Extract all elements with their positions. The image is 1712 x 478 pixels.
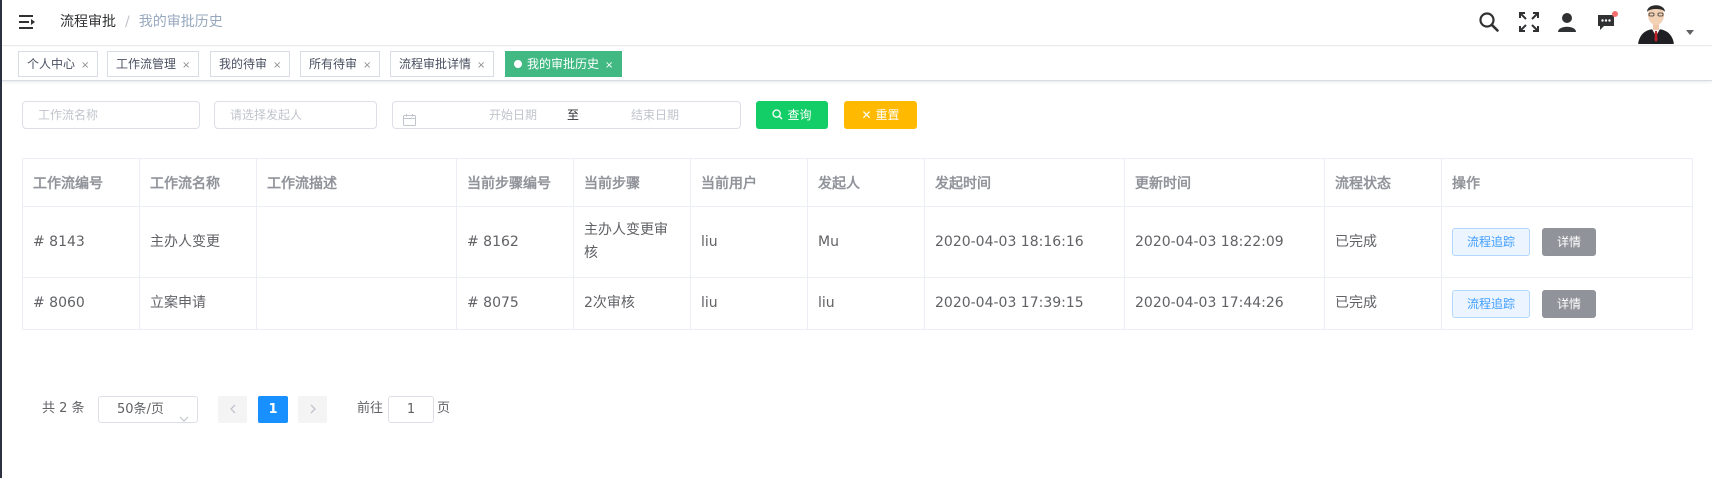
cell-workflow-desc (256, 277, 457, 330)
column-header: 流程状态 (1324, 158, 1442, 207)
close-icon[interactable]: × (477, 60, 485, 71)
approval-history-table: 工作流编号 工作流名称 工作流描述 当前步骤编号 当前步骤 当前用户 发起人 发… (22, 158, 1693, 330)
column-header: 工作流编号 (22, 158, 140, 207)
column-header: 操作 (1441, 158, 1693, 207)
notification-dot (1612, 11, 1618, 17)
cell-status: 已完成 (1324, 206, 1442, 278)
top-navbar: 流程审批 / 我的审批历史 (2, 0, 1712, 46)
range-separator: 至 (566, 108, 579, 122)
goto-prefix: 前往 (357, 401, 384, 416)
breadcrumb-separator: / (125, 14, 130, 30)
cell-workflow-name: 主办人变更 (139, 206, 257, 278)
initiator-select[interactable]: 请选择发起人 (214, 101, 377, 129)
cell-workflow-name: 立案申请 (139, 277, 257, 330)
chevron-right-icon (309, 402, 317, 417)
goto-suffix: 页 (437, 401, 451, 416)
cell-actions: 流程追踪 详情 (1441, 206, 1693, 278)
avatar[interactable] (1634, 0, 1678, 44)
tags-view: 个人中心 × 工作流管理 × 我的待审 × 所有待审 × 流程审批详情 × 我的审批历史 × (2, 47, 1712, 81)
cell-step-id: # 8075 (456, 277, 574, 330)
tag-label: 流程审批详情 (399, 57, 472, 71)
search-icon[interactable] (1478, 11, 1500, 33)
next-page-button[interactable] (298, 396, 327, 423)
cell-current-user: liu (690, 206, 808, 278)
column-header: 工作流名称 (139, 158, 257, 207)
column-header: 更新时间 (1124, 158, 1325, 207)
breadcrumb-item-workflow-approval[interactable]: 流程审批 (60, 14, 116, 30)
tag-my-pending[interactable]: 我的待审 × (210, 51, 291, 77)
close-icon[interactable]: × (273, 60, 281, 71)
goto-page-input[interactable]: 1 (388, 396, 434, 423)
cell-initiator: Mu (807, 206, 925, 278)
avatar-dropdown-caret-icon[interactable] (1686, 30, 1694, 35)
tag-all-pending[interactable]: 所有待审 × (300, 51, 381, 77)
column-header: 发起人 (807, 158, 925, 207)
query-label: 查询 (787, 108, 812, 122)
message-icon[interactable] (1596, 11, 1618, 33)
track-button[interactable]: 流程追踪 (1452, 228, 1531, 256)
tag-approval-detail[interactable]: 流程审批详情 × (390, 51, 495, 77)
column-header: 工作流描述 (256, 158, 457, 207)
tag-workflow-management[interactable]: 工作流管理 × (107, 51, 200, 77)
cell-updated-time: 2020-04-03 17:44:26 (1124, 277, 1325, 330)
cell-workflow-id: # 8143 (22, 206, 140, 278)
cell-status: 已完成 (1324, 277, 1442, 330)
query-button[interactable]: 查询 (756, 101, 828, 129)
cell-initiator: liu (807, 277, 925, 330)
fullscreen-icon[interactable] (1518, 11, 1540, 33)
tag-label: 我的审批历史 (527, 57, 600, 71)
detail-button[interactable]: 详情 (1542, 289, 1597, 318)
tag-label: 个人中心 (27, 57, 76, 71)
cell-current-user: liu (690, 277, 808, 330)
track-button[interactable]: 流程追踪 (1452, 289, 1531, 318)
tag-my-approval-history[interactable]: 我的审批历史 × (505, 51, 623, 77)
tag-personal-center[interactable]: 个人中心 × (18, 51, 99, 77)
cell-workflow-id: # 8060 (22, 277, 140, 330)
table-header-row: 工作流编号 工作流名称 工作流描述 当前步骤编号 当前步骤 当前用户 发起人 发… (22, 158, 1693, 207)
close-icon[interactable]: × (605, 60, 613, 71)
column-header: 当前步骤 (573, 158, 691, 207)
table-row: # 8143 主办人变更 # 8162 主办人变更审核 liu Mu 2020-… (22, 206, 1693, 278)
page-size-select[interactable]: 50条/页 (98, 396, 198, 423)
column-header: 当前用户 (690, 158, 808, 207)
cell-step-id: # 8162 (456, 206, 574, 278)
page-number-button[interactable]: 1 (258, 396, 288, 423)
close-icon[interactable]: × (363, 60, 371, 71)
chevron-down-icon (179, 406, 189, 431)
end-date-input[interactable]: 结束日期 (605, 102, 705, 128)
cell-step: 2次审核 (573, 277, 691, 330)
user-icon[interactable] (1556, 11, 1578, 33)
start-date-input[interactable]: 开始日期 (463, 102, 563, 128)
column-header: 发起时间 (924, 158, 1125, 207)
pagination-total: 共 2 条 (42, 401, 85, 416)
calendar-icon (403, 109, 416, 135)
reset-label: 重置 (875, 108, 900, 122)
cell-created-time: 2020-04-03 18:16:16 (924, 206, 1125, 278)
close-icon[interactable]: × (81, 60, 89, 71)
chevron-left-icon (229, 402, 237, 417)
cell-step: 主办人变更审核 (573, 206, 691, 278)
cell-created-time: 2020-04-03 17:39:15 (924, 277, 1125, 330)
detail-button[interactable]: 详情 (1542, 228, 1597, 256)
prev-page-button[interactable] (218, 396, 247, 423)
cell-workflow-desc (256, 206, 457, 278)
close-icon: ✕ (861, 108, 872, 122)
breadcrumb: 流程审批 / 我的审批历史 (60, 13, 223, 31)
page-size-value: 50条/页 (117, 402, 164, 417)
close-icon[interactable]: × (182, 60, 190, 71)
hamburger-menu-icon[interactable] (18, 13, 38, 31)
cell-actions: 流程追踪 详情 (1441, 277, 1693, 330)
tag-label: 工作流管理 (116, 57, 177, 71)
column-header: 当前步骤编号 (456, 158, 574, 207)
workflow-name-input[interactable]: 工作流名称 (22, 101, 200, 129)
reset-button[interactable]: ✕ 重置 (844, 101, 917, 129)
active-dot-icon (514, 60, 522, 68)
cell-updated-time: 2020-04-03 18:22:09 (1124, 206, 1325, 278)
search-icon (772, 108, 783, 122)
tag-label: 所有待审 (309, 57, 358, 71)
tag-label: 我的待审 (219, 57, 268, 71)
table-row: # 8060 立案申请 # 8075 2次审核 liu liu 2020-04-… (22, 277, 1693, 330)
breadcrumb-item-current: 我的审批历史 (138, 14, 223, 30)
date-range-picker[interactable]: 开始日期 至 结束日期 (392, 101, 741, 129)
